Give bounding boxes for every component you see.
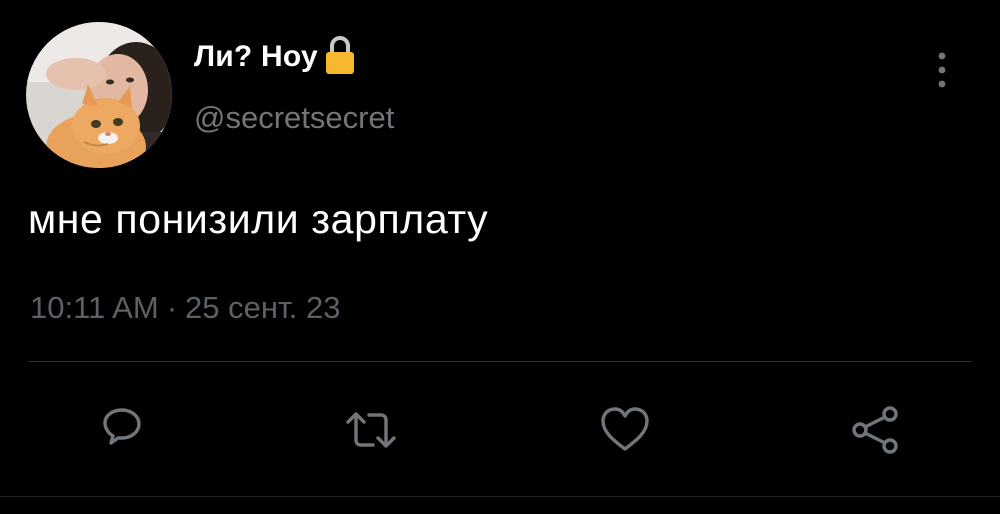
reply-icon — [103, 408, 141, 445]
reply-button[interactable] — [90, 398, 154, 462]
tweet-date: 25 сент. 23 — [185, 290, 341, 325]
tweet-time: 10:11 AM — [30, 290, 159, 325]
tweet-detail: Ли? Ноу @secretsecret мне понизили зарпл… — [0, 0, 1000, 514]
action-bar — [0, 398, 1000, 462]
avatar-image — [26, 22, 172, 168]
avatar[interactable] — [26, 22, 172, 168]
user-handle[interactable]: @secretsecret — [194, 100, 394, 136]
more-vertical-icon — [938, 52, 946, 88]
retweet-button[interactable] — [339, 398, 403, 462]
tweet-timestamp[interactable]: 10:11 AM · 25 сент. 23 — [30, 290, 340, 326]
more-options-button[interactable] — [924, 48, 960, 92]
share-button[interactable] — [843, 398, 907, 462]
heart-icon — [601, 407, 649, 451]
tweet-text: мне понизили зарплату — [28, 196, 489, 242]
retweet-icon — [346, 412, 396, 448]
share-icon — [852, 406, 898, 454]
divider — [28, 361, 972, 362]
meta-separator: · — [166, 290, 178, 325]
bottom-divider — [0, 496, 1000, 497]
like-button[interactable] — [593, 398, 657, 462]
author-name-row: Ли? Ноу — [194, 36, 358, 76]
lock-icon — [322, 34, 358, 76]
display-name[interactable]: Ли? Ноу — [194, 40, 318, 74]
